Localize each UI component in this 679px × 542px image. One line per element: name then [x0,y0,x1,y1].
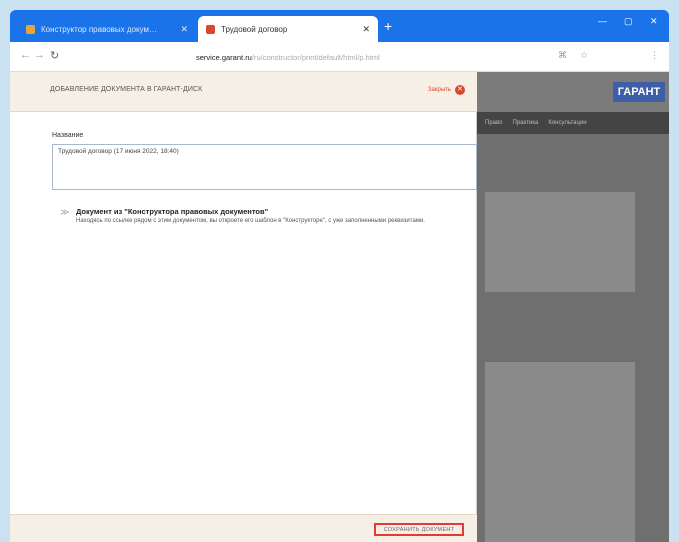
url-host: service.garant.ru [196,52,252,62]
browser-window: Конструктор правовых докум… ✕ Трудовой д… [10,10,669,542]
close-window-icon[interactable]: ✕ [650,16,658,27]
new-tab-button[interactable]: + [384,18,392,34]
menu-kebab-icon[interactable]: ⋮ [650,50,659,61]
document-name-field[interactable]: Трудовой договор (17 июня 2022, 18:40) [52,144,477,190]
add-document-dialog: ДОБАВЛЕНИЕ ДОКУМЕНТА В ГАРАНТ-ДИСК Закры… [10,72,477,542]
site-nav-item: Практика [512,120,539,126]
reload-icon[interactable]: ↻ [50,49,59,62]
site-nav-item: Право [485,120,503,126]
dialog-header: ДОБАВЛЕНИЕ ДОКУМЕНТА В ГАРАНТ-ДИСК Закры… [10,72,477,112]
background-site-overlay: ГАРАНТ Право Практика Консультации [477,72,669,542]
close-icon: ✕ [455,85,465,95]
close-button[interactable]: Закрыть ✕ [428,85,465,95]
back-icon[interactable]: ← [20,49,31,61]
close-tab-icon[interactable]: ✕ [180,24,188,35]
maximize-icon[interactable]: ▢ [624,16,633,27]
page-viewport: ГАРАНТ Право Практика Консультации ДОБАВ… [10,72,669,542]
close-label: Закрыть [427,87,451,93]
name-label: Название [52,132,84,139]
site-favicon-icon [26,24,35,34]
minimize-icon[interactable]: — [598,16,607,26]
tab-labor-contract[interactable]: Трудовой договор ✕ [198,16,378,42]
background-card [485,192,635,292]
tab-title: Конструктор правовых докум… [41,24,158,34]
option-title: Документ из "Конструктора правовых докум… [76,207,269,216]
translate-icon[interactable]: ⌘ [558,50,567,61]
site-favicon-icon [206,24,215,34]
dialog-footer: СОХРАНИТЬ ДОКУМЕНТ [10,514,477,542]
save-document-button[interactable]: СОХРАНИТЬ ДОКУМЕНТ [374,523,464,536]
tab-bar: Конструктор правовых докум… ✕ Трудовой д… [10,10,669,42]
site-logo: ГАРАНТ [613,82,665,102]
dialog-title: ДОБАВЛЕНИЕ ДОКУМЕНТА В ГАРАНТ-ДИСК [50,86,203,93]
forward-icon[interactable]: → [34,49,45,61]
site-nav-item: Консультации [548,120,587,126]
double-chevron-icon: ≫ [60,207,70,217]
bookmark-star-icon[interactable]: ☆ [580,50,588,61]
option-description: Находясь по ссылке рядом с этим документ… [76,218,425,224]
close-tab-icon[interactable]: ✕ [362,24,370,35]
address-bar[interactable]: service.garant.ru /ru/constructor/print/… [178,48,483,66]
browser-toolbar: ← → ↻ service.garant.ru /ru/constructor/… [10,42,669,72]
url-path: /ru/constructor/print/default/html/p.htm… [251,52,380,62]
site-header: ГАРАНТ [477,72,669,112]
site-nav: Право Практика Консультации [477,112,669,134]
tab-title: Трудовой договор [221,24,288,34]
background-card [485,362,635,542]
tab-constructor[interactable]: Конструктор правовых докум… ✕ [18,16,196,42]
